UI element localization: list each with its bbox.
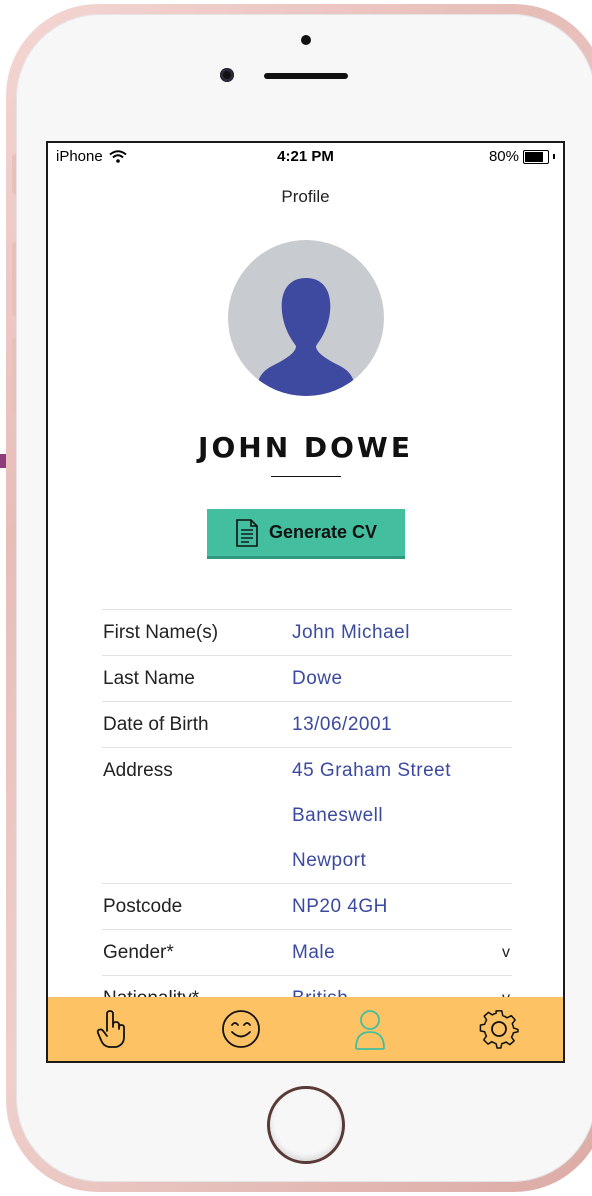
pointing-hand-icon <box>97 1010 126 1048</box>
battery-cap <box>553 154 555 159</box>
generate-cv-button[interactable]: Generate CV <box>207 509 405 559</box>
page-title: Profile <box>281 187 330 206</box>
gender-row[interactable]: Gender* Male v <box>102 929 512 975</box>
proximity-sensor <box>301 35 311 45</box>
gender-label: Gender* <box>103 942 174 963</box>
status-bar: iPhone 4:21 PM 80% <box>48 143 563 171</box>
address-line-2[interactable]: Baneswell <box>292 805 383 827</box>
address-label: Address <box>103 760 173 781</box>
profile-person-icon <box>354 1010 385 1050</box>
avatar[interactable] <box>228 240 384 396</box>
person-silhouette-icon <box>256 278 356 396</box>
bottom-tab-bar <box>48 997 563 1061</box>
earpiece-speaker <box>264 73 348 79</box>
last-name-label: Last Name <box>103 668 195 689</box>
postcode-row[interactable]: Postcode NP20 4GH <box>102 883 512 929</box>
gender-dropdown-icon[interactable]: v <box>502 944 510 962</box>
first-name-value[interactable]: John Michael <box>292 622 410 644</box>
first-name-row[interactable]: First Name(s) John Michael <box>102 609 512 655</box>
first-name-label: First Name(s) <box>103 622 219 643</box>
address-line-1[interactable]: 45 Graham Street <box>292 760 451 782</box>
profile-details-list: First Name(s) John Michael Last Name Dow… <box>102 609 512 1021</box>
name-divider <box>271 476 341 477</box>
dob-row[interactable]: Date of Birth 13/06/2001 <box>102 701 512 747</box>
postcode-value[interactable]: NP20 4GH <box>292 896 388 918</box>
status-right: 80% <box>489 148 555 165</box>
address-row[interactable]: Address 45 Graham Street <box>102 747 512 793</box>
battery-icon <box>523 149 549 164</box>
postcode-label: Postcode <box>103 896 183 917</box>
last-name-row[interactable]: Last Name Dowe <box>102 655 512 701</box>
smiley-face-icon <box>222 1010 261 1048</box>
document-icon <box>236 518 258 547</box>
address-line-3[interactable]: Newport <box>292 850 366 872</box>
home-button[interactable] <box>267 1086 345 1164</box>
gear-icon <box>479 1010 519 1049</box>
tab-profile[interactable] <box>340 999 400 1059</box>
dob-value[interactable]: 13/06/2001 <box>292 714 392 736</box>
gender-value[interactable]: Male <box>292 942 335 964</box>
status-time: 4:21 PM <box>277 148 334 165</box>
last-name-value[interactable]: Dowe <box>292 668 343 690</box>
generate-cv-label: Generate CV <box>268 522 378 542</box>
front-camera <box>220 68 234 82</box>
device-mockup: iPhone 4:21 PM 80% Profile JOHN DOWE Gen… <box>0 0 592 1196</box>
address-row-3[interactable]: Newport <box>102 838 512 883</box>
tab-mood[interactable] <box>211 999 271 1059</box>
dob-label: Date of Birth <box>103 714 209 735</box>
app-screen: iPhone 4:21 PM 80% Profile JOHN DOWE Gen… <box>46 141 565 1063</box>
profile-name: JOHN DOWE <box>198 431 413 464</box>
battery-percent: 80% <box>488 148 519 165</box>
address-row-2[interactable]: Baneswell <box>102 793 512 838</box>
tab-settings[interactable] <box>469 999 529 1059</box>
tab-pointer[interactable] <box>82 999 142 1059</box>
battery-level <box>525 151 543 162</box>
